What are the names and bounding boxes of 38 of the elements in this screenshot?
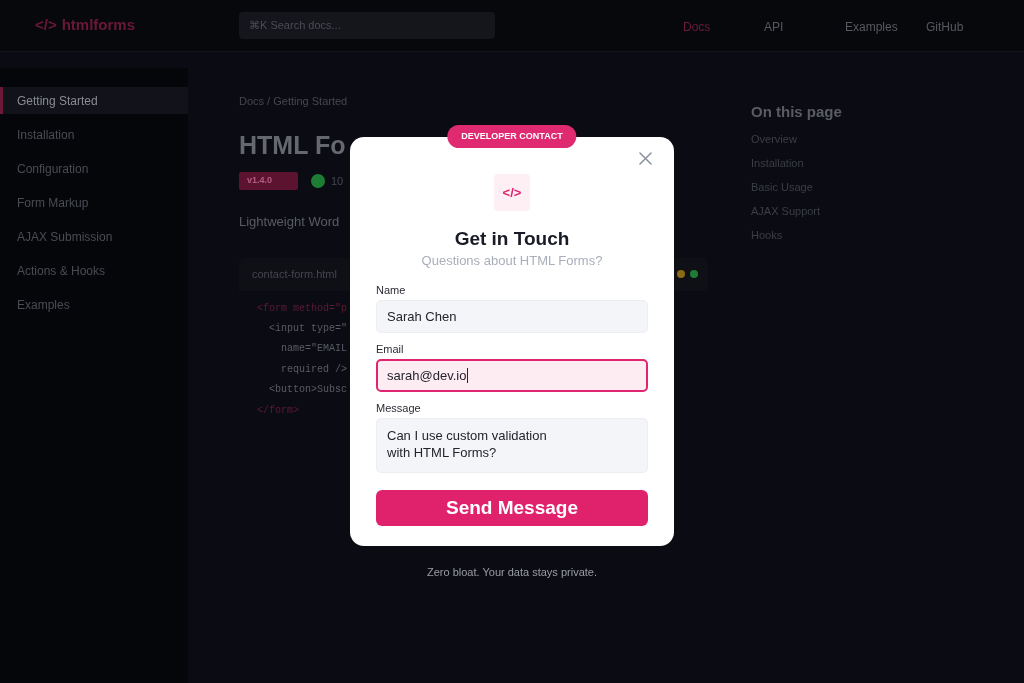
field-label: Message (376, 401, 422, 415)
page-description: Lightweight Word (239, 213, 340, 231)
code-line: required /> (280, 362, 347, 377)
page-title: HTML Fo (239, 130, 346, 160)
sidebar-item[interactable]: Configuration (0, 155, 188, 182)
sidebar-item[interactable]: Form Markup (0, 189, 188, 216)
breadcrumb: Docs / Getting Started (239, 94, 349, 108)
code-line: </form> (257, 403, 299, 418)
dialog-badge: DEVELOPER CONTACT (447, 125, 577, 148)
sidebar-item[interactable]: AJAX Submission (0, 223, 188, 250)
sidebar-item[interactable]: Actions & Hooks (0, 257, 188, 284)
sidebar-item[interactable]: Examples (0, 291, 188, 318)
dialog-subtitle: Questions about HTML Forms? (420, 252, 604, 269)
code-line: <input type=" (268, 321, 347, 336)
nav-link[interactable]: Docs (683, 19, 711, 34)
nav-link[interactable]: Examples (845, 19, 898, 34)
dialog-title: Get in Touch (453, 227, 571, 250)
field-label: Email (376, 342, 405, 356)
sidebar-item[interactable]: Getting Started (0, 87, 188, 114)
logo-mark: </> (35, 15, 57, 36)
message-field[interactable]: Can I use custom validation with HTML Forms? (376, 418, 648, 473)
sidebar-item[interactable]: Installation (0, 121, 188, 148)
code-line: <button>Subsc (268, 383, 347, 398)
logo-text: htmlforms (61, 15, 136, 36)
code-line: name="EMAIL (280, 342, 347, 357)
close-icon[interactable] (639, 152, 652, 165)
nav-link[interactable]: API (764, 19, 784, 34)
privacy-note: Zero bloat. Your data stays private. (427, 565, 597, 580)
field-label: Name (376, 283, 407, 297)
toc-title: On this page (751, 103, 842, 121)
version-badge: v1.4.0 (239, 172, 298, 190)
text-field[interactable]: sarah@dev.io (376, 359, 648, 392)
code-logo-tile: </> (494, 174, 530, 211)
text-field[interactable]: Sarah Chen (376, 300, 648, 333)
nav-link[interactable]: GitHub (926, 19, 964, 34)
text-cursor-icon (467, 368, 469, 383)
code-line: <form method="p (257, 301, 347, 316)
send-message-button[interactable]: Send Message (376, 490, 648, 526)
